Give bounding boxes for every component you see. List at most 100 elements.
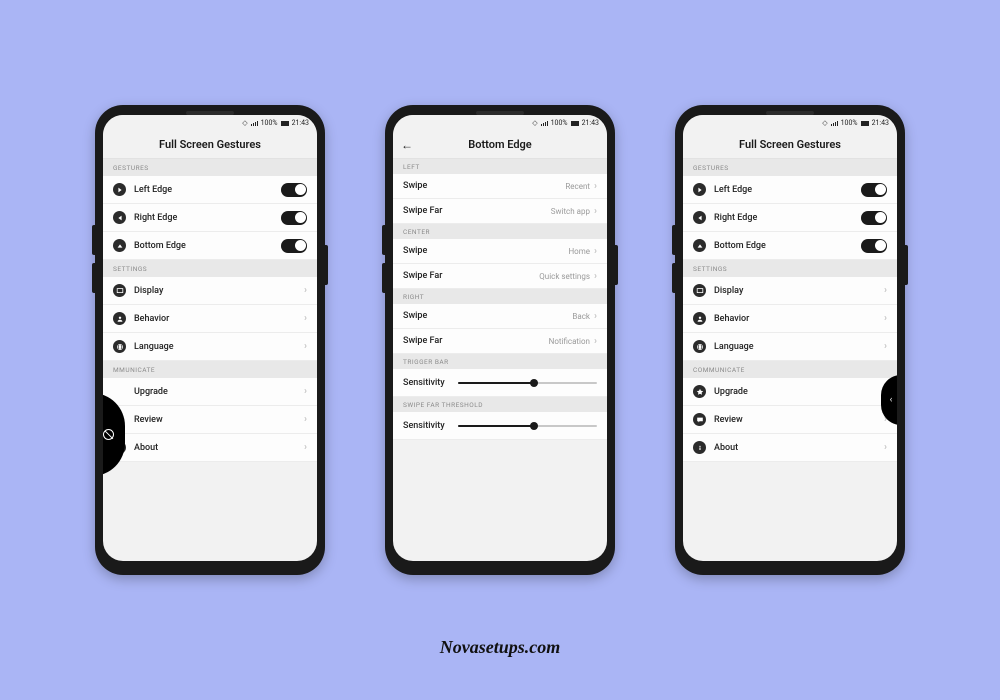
battery-icon <box>571 121 579 126</box>
chevron-right-icon: › <box>304 313 307 324</box>
row-display[interactable]: Display › <box>683 277 897 305</box>
row-about[interactable]: About › <box>103 434 317 462</box>
arrow-up-icon <box>693 239 706 252</box>
section-header-communicate: MMUNICATE <box>103 361 317 378</box>
row-bottom-edge[interactable]: Bottom Edge <box>103 232 317 260</box>
arrow-left-icon <box>113 211 126 224</box>
arrow-right-icon <box>113 183 126 196</box>
display-icon <box>693 284 706 297</box>
battery-pct: 100% <box>261 119 278 127</box>
row-language[interactable]: Language › <box>103 333 317 361</box>
status-bar: ◇ 100% 21:43 <box>683 115 897 131</box>
row-right-swipe-far[interactable]: Swipe Far Notification › <box>393 329 607 354</box>
toggle-right-edge[interactable] <box>281 211 307 225</box>
row-right-edge[interactable]: Right Edge <box>683 204 897 232</box>
clock: 21:43 <box>292 119 309 127</box>
chevron-right-icon: › <box>884 442 887 453</box>
globe-icon <box>693 340 706 353</box>
row-behavior[interactable]: Behavior › <box>103 305 317 333</box>
row-language[interactable]: Language › <box>683 333 897 361</box>
section-header-settings: SETTINGS <box>683 260 897 277</box>
slider-trigger-sensitivity[interactable] <box>458 378 597 388</box>
row-about[interactable]: About › <box>683 434 897 462</box>
arrow-up-icon <box>113 239 126 252</box>
star-icon <box>693 385 706 398</box>
wifi-icon: ◇ <box>822 119 827 127</box>
chevron-right-icon: › <box>884 285 887 296</box>
row-upgrade[interactable]: Upgrade › <box>683 378 897 406</box>
row-review[interactable]: Review › <box>683 406 897 434</box>
chevron-right-icon: › <box>884 313 887 324</box>
status-bar: ◇ 100% 21:43 <box>393 115 607 131</box>
footer-brand: Novasetups.com <box>0 637 1000 658</box>
toggle-left-edge[interactable] <box>281 183 307 197</box>
chevron-right-icon: › <box>594 311 597 322</box>
phone-mockups: ◇ 100% 21:43 Full Screen Gestures GESTUR… <box>0 105 1000 575</box>
section-header-communicate: COMMUNICATE <box>683 361 897 378</box>
arrow-right-icon <box>693 183 706 196</box>
person-icon <box>113 312 126 325</box>
section-header-left: LEFT <box>393 159 607 174</box>
row-left-edge[interactable]: Left Edge <box>683 176 897 204</box>
toggle-bottom-edge[interactable] <box>861 239 887 253</box>
chevron-right-icon: › <box>594 246 597 257</box>
wifi-icon: ◇ <box>242 119 247 127</box>
row-swipefar-sensitivity: Sensitivity <box>393 412 607 440</box>
phone-1: ◇ 100% 21:43 Full Screen Gestures GESTUR… <box>95 105 325 575</box>
row-upgrade[interactable]: Upgrade › <box>103 378 317 406</box>
battery-pct: 100% <box>551 119 568 127</box>
toggle-bottom-edge[interactable] <box>281 239 307 253</box>
section-header-gestures: GESTURES <box>683 159 897 176</box>
section-header-swipefar: SWIPE FAR THRESHOLD <box>393 397 607 412</box>
person-icon <box>693 312 706 325</box>
signal-icon <box>541 121 548 126</box>
row-display[interactable]: Display › <box>103 277 317 305</box>
chevron-right-icon: › <box>884 341 887 352</box>
row-trigger-sensitivity: Sensitivity <box>393 369 607 397</box>
info-icon <box>693 441 706 454</box>
display-icon <box>113 284 126 297</box>
title-bar: Full Screen Gestures <box>683 131 897 159</box>
phone-2: ◇ 100% 21:43 ← Bottom Edge LEFT Swipe Re… <box>385 105 615 575</box>
section-header-right: RIGHT <box>393 289 607 304</box>
chevron-right-icon: › <box>304 442 307 453</box>
chevron-right-icon: › <box>304 341 307 352</box>
row-center-swipe[interactable]: Swipe Home › <box>393 239 607 264</box>
battery-icon <box>281 121 289 126</box>
row-center-swipe-far[interactable]: Swipe Far Quick settings › <box>393 264 607 289</box>
signal-icon <box>251 121 258 126</box>
title-bar: Full Screen Gestures <box>103 131 317 159</box>
row-bottom-edge[interactable]: Bottom Edge <box>683 232 897 260</box>
arrow-left-icon <box>693 211 706 224</box>
chevron-right-icon: › <box>594 336 597 347</box>
clock: 21:43 <box>872 119 889 127</box>
title-bar: ← Bottom Edge <box>393 131 607 159</box>
row-left-swipe[interactable]: Swipe Recent › <box>393 174 607 199</box>
signal-icon <box>831 121 838 126</box>
slider-swipefar-sensitivity[interactable] <box>458 421 597 431</box>
row-right-edge[interactable]: Right Edge <box>103 204 317 232</box>
chevron-right-icon: › <box>304 386 307 397</box>
battery-pct: 100% <box>841 119 858 127</box>
screen-title: Bottom Edge <box>468 138 531 151</box>
back-button[interactable]: ← <box>401 138 413 152</box>
row-left-swipe-far[interactable]: Swipe Far Switch app › <box>393 199 607 224</box>
row-right-swipe[interactable]: Swipe Back › <box>393 304 607 329</box>
chevron-right-icon: › <box>304 414 307 425</box>
section-header-trigger: TRIGGER BAR <box>393 354 607 369</box>
row-behavior[interactable]: Behavior › <box>683 305 897 333</box>
chevron-right-icon: › <box>304 285 307 296</box>
chevron-right-icon: › <box>594 271 597 282</box>
toggle-right-edge[interactable] <box>861 211 887 225</box>
toggle-left-edge[interactable] <box>861 183 887 197</box>
section-header-settings: SETTINGS <box>103 260 317 277</box>
chevron-right-icon: › <box>594 206 597 217</box>
section-header-gestures: GESTURES <box>103 159 317 176</box>
globe-icon <box>113 340 126 353</box>
status-bar: ◇ 100% 21:43 <box>103 115 317 131</box>
row-review[interactable]: Review › <box>103 406 317 434</box>
row-left-edge[interactable]: Left Edge <box>103 176 317 204</box>
chevron-right-icon: › <box>594 181 597 192</box>
section-header-center: CENTER <box>393 224 607 239</box>
phone-3: ◇ 100% 21:43 Full Screen Gestures GESTUR… <box>675 105 905 575</box>
